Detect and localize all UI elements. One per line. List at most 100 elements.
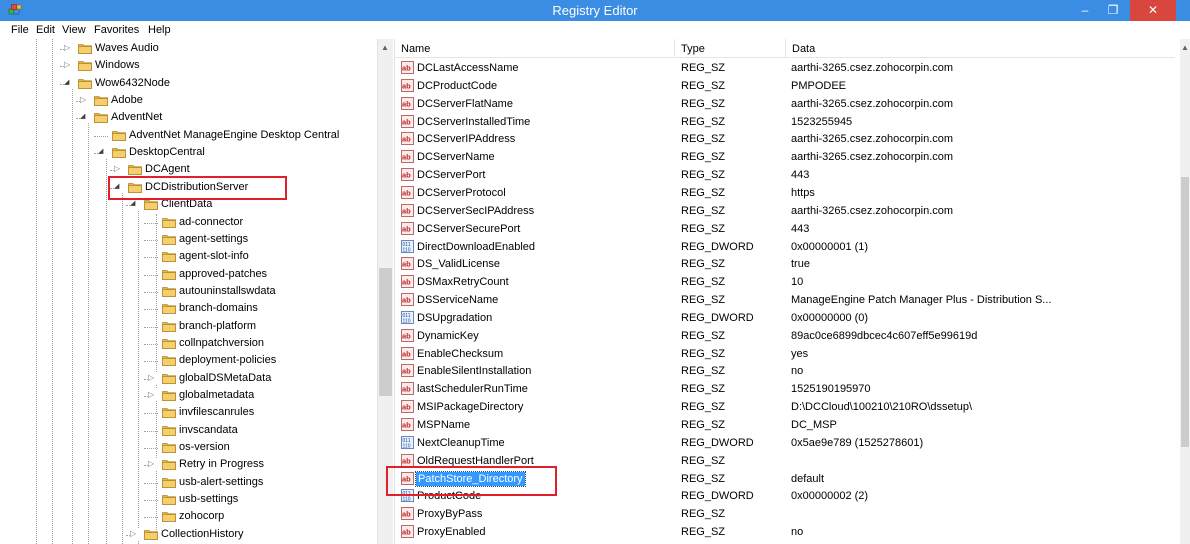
menu-edit[interactable]: Edit	[36, 24, 55, 36]
tree-item-label[interactable]: AdventNet	[111, 111, 162, 123]
tree-item-label[interactable]: AdventNet ManageEngine Desktop Central	[129, 129, 339, 141]
tree-item-label[interactable]: agent-slot-info	[179, 250, 249, 262]
tree-item-label[interactable]: deployment-policies	[179, 354, 276, 366]
value-name[interactable]: ProxyEnabled	[417, 526, 486, 538]
value-name[interactable]: DSMaxRetryCount	[417, 276, 509, 288]
tree-item-label[interactable]: ad-connector	[179, 216, 243, 228]
scroll-up-arrow-icon[interactable]: ▲	[1181, 43, 1189, 52]
value-name[interactable]: lastSchedulerRunTime	[417, 383, 528, 395]
registry-value-row[interactable]: ab DCLastAccessName REG_SZ aarthi-3265.csez…	[395, 59, 1175, 77]
tree-item-label[interactable]: os-version	[179, 441, 230, 453]
tree-item[interactable]: ▷ Waves Audio	[0, 40, 377, 57]
tree-item[interactable]: approved-patches	[0, 266, 377, 283]
registry-value-row[interactable]: ab DCServerProtocol REG_SZ https	[395, 184, 1175, 202]
registry-value-row[interactable]: ab MSIPackageDirectory REG_SZ D:\DCCloud\10…	[395, 398, 1175, 416]
value-name[interactable]: ProxyByPass	[417, 508, 482, 520]
tree-item-label[interactable]: branch-domains	[179, 302, 258, 314]
value-name[interactable]: DCProductCode	[417, 80, 497, 92]
tree-item-label[interactable]: branch-platform	[179, 320, 256, 332]
tree-item-label[interactable]: usb-settings	[179, 493, 238, 505]
tree-item[interactable]: zohocorp	[0, 508, 377, 525]
registry-value-row[interactable]: ab DCProductCode REG_SZ PMPODEE	[395, 77, 1175, 95]
registry-value-row[interactable]: ab DS_ValidLicense REG_SZ true	[395, 255, 1175, 273]
registry-value-row[interactable]: 011 110 DSUpgradation REG_DWORD 0x00000000 (…	[395, 309, 1175, 327]
collapsed-arrow-icon[interactable]: ▷	[130, 527, 140, 540]
column-header-type[interactable]: Type	[675, 39, 786, 58]
tree-item-label[interactable]: collnpatchversion	[179, 337, 264, 349]
minimize-button[interactable]: –	[1072, 0, 1098, 21]
tree-item-label[interactable]: approved-patches	[179, 268, 267, 280]
tree-item[interactable]: ▷ Adobe	[0, 92, 377, 109]
value-name[interactable]: DCLastAccessName	[417, 62, 518, 74]
expanded-arrow-icon[interactable]: ◢	[98, 146, 108, 159]
collapsed-arrow-icon[interactable]: ▷	[114, 163, 124, 176]
collapsed-arrow-icon[interactable]: ▷	[148, 458, 158, 471]
menu-file[interactable]: File	[11, 24, 29, 36]
tree-item-label[interactable]: autouninstallswdata	[179, 285, 276, 297]
tree-item[interactable]: agent-slot-info	[0, 248, 377, 265]
tree-item[interactable]: invfilescanrules	[0, 404, 377, 421]
registry-value-row[interactable]: ab ProxyEnabled REG_SZ no	[395, 523, 1175, 541]
value-name[interactable]: DS_ValidLicense	[417, 258, 500, 270]
tree-item[interactable]: collnpatchversion	[0, 335, 377, 352]
list-scroll-thumb[interactable]	[1181, 177, 1189, 447]
value-name[interactable]: DCServerProtocol	[417, 187, 506, 199]
tree-item-label[interactable]: globalDSMetaData	[179, 372, 271, 384]
tree-item[interactable]: ▷ Windows	[0, 57, 377, 74]
tree-item-label[interactable]: usb-alert-settings	[179, 476, 263, 488]
tree-item-label[interactable]: Retry in Progress	[179, 458, 264, 470]
collapsed-arrow-icon[interactable]: ▷	[148, 371, 158, 384]
tree-item-label[interactable]: globalmetadata	[179, 389, 254, 401]
value-name[interactable]: DirectDownloadEnabled	[417, 241, 535, 253]
maximize-button[interactable]: ❐	[1100, 0, 1126, 21]
tree-item[interactable]: usb-alert-settings	[0, 474, 377, 491]
registry-value-row[interactable]: ab ProxyByPass REG_SZ	[395, 505, 1175, 523]
tree-item-label[interactable]: DesktopCentral	[129, 146, 205, 158]
value-name[interactable]: DCServerPort	[417, 169, 485, 181]
tree-item[interactable]: deployment-policies	[0, 352, 377, 369]
tree-item[interactable]: branch-platform	[0, 318, 377, 335]
collapsed-arrow-icon[interactable]: ▷	[64, 59, 74, 72]
tree-item-label[interactable]: CollectionHistory	[161, 528, 244, 540]
registry-value-row[interactable]: ab DynamicKey REG_SZ 89ac0ce6899dbcec4c607e…	[395, 327, 1175, 345]
registry-value-row[interactable]: ab DCServerPort REG_SZ 443	[395, 166, 1175, 184]
tree-item[interactable]: ▷ globalDSMetaData	[0, 370, 377, 387]
expanded-arrow-icon[interactable]: ◢	[64, 76, 74, 89]
value-name[interactable]: MSIPackageDirectory	[417, 401, 523, 413]
column-header-data[interactable]: Data	[786, 39, 1175, 58]
tree-item[interactable]: invscandata	[0, 422, 377, 439]
tree-item[interactable]: ◢ DesktopCentral	[0, 144, 377, 161]
registry-value-row[interactable]: ab DCServerName REG_SZ aarthi-3265.csez.zoh…	[395, 148, 1175, 166]
menu-view[interactable]: View	[62, 24, 86, 36]
value-name[interactable]: MSPName	[417, 419, 470, 431]
value-name[interactable]: OldRequestHandlerPort	[417, 455, 534, 467]
value-name[interactable]: DCServerInstalledTime	[417, 116, 530, 128]
collapsed-arrow-icon[interactable]: ▷	[148, 389, 158, 401]
value-name[interactable]: DCServerFlatName	[417, 98, 513, 110]
tree-item[interactable]: ◢ AdventNet	[0, 109, 377, 126]
tree-item[interactable]: ▷ Retry in Progress	[0, 456, 377, 473]
value-name[interactable]: EnableSilentInstallation	[417, 365, 531, 377]
tree-item[interactable]: ◢ Wow6432Node	[0, 75, 377, 92]
tree-item[interactable]: autouninstallswdata	[0, 283, 377, 300]
tree-item[interactable]: branch-domains	[0, 300, 377, 317]
value-name[interactable]: DCServerIPAddress	[417, 133, 515, 145]
registry-value-row[interactable]: ab DCServerInstalledTime REG_SZ 1523255945	[395, 113, 1175, 131]
tree-item-label[interactable]: zohocorp	[179, 510, 224, 522]
registry-value-row[interactable]: 011 110 NextCleanupTime REG_DWORD 0x5ae9e789…	[395, 434, 1175, 452]
tree-item-label[interactable]: invscandata	[179, 424, 238, 436]
tree-item-label[interactable]: Windows	[95, 59, 140, 71]
registry-value-row[interactable]: ab EnableChecksum REG_SZ yes	[395, 345, 1175, 363]
close-button[interactable]: ✕	[1130, 0, 1176, 21]
registry-key-tree[interactable]: ▷ Waves Audio ▷ Windows ◢ Wow6432Node ▷ Adobe ◢ A…	[0, 39, 381, 544]
column-header-name[interactable]: Name	[395, 39, 675, 58]
value-name[interactable]: DSUpgradation	[417, 312, 492, 324]
tree-item-label[interactable]: Wow6432Node	[95, 77, 170, 89]
registry-value-row[interactable]: ab EnableSilentInstallation REG_SZ no	[395, 362, 1175, 380]
registry-value-row[interactable]: ab DCServerIPAddress REG_SZ aarthi-3265.cse…	[395, 130, 1175, 148]
registry-value-row[interactable]: 011 110 DirectDownloadEnabled REG_DWORD 0x00…	[395, 238, 1175, 256]
tree-item[interactable]: os-version	[0, 439, 377, 456]
value-name[interactable]: DCServerName	[417, 151, 495, 163]
value-name[interactable]: DCServerSecIPAddress	[417, 205, 534, 217]
list-scrollbar[interactable]: ▲	[1180, 39, 1190, 544]
